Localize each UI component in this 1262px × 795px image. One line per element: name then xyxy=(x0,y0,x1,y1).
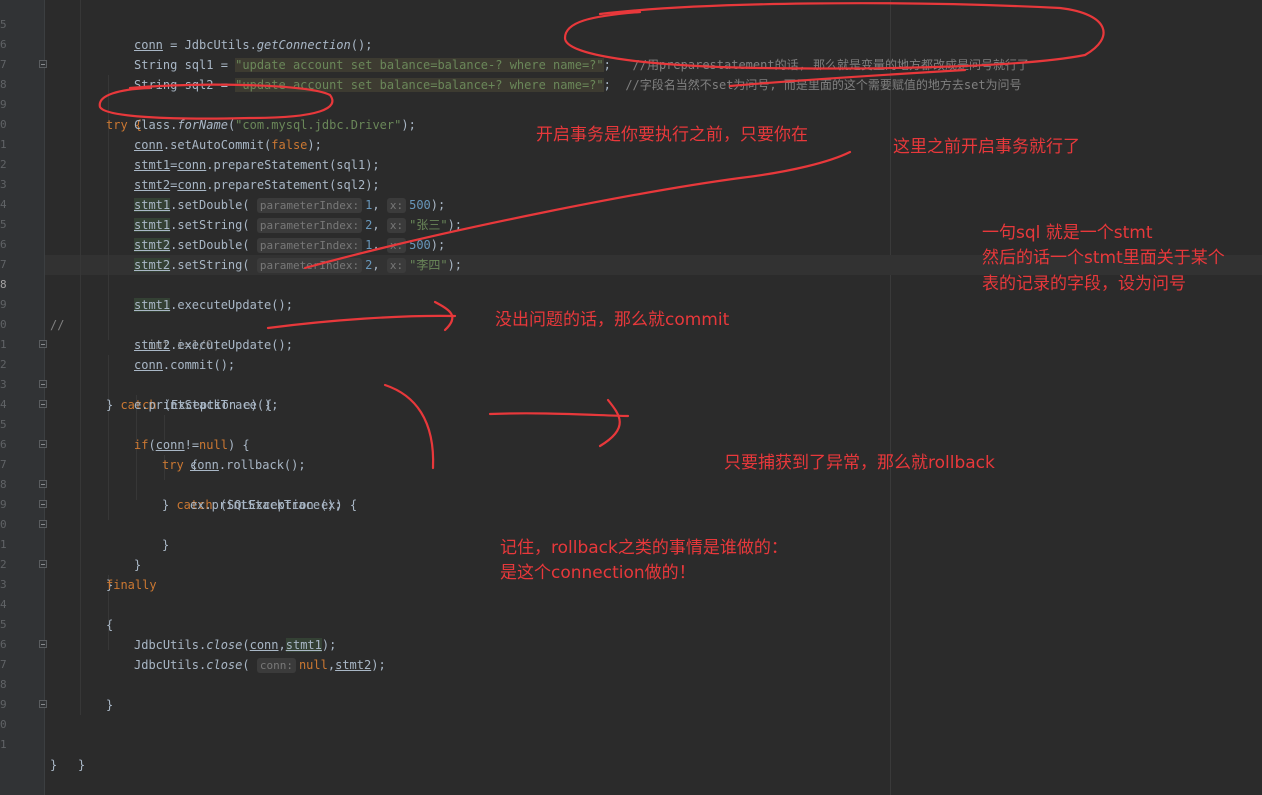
note-stmt-line-1: 一句sql 就是一个stmt xyxy=(982,223,1153,243)
rollback-arrow xyxy=(488,412,630,418)
autocommit-circle xyxy=(98,83,334,120)
circle-tail xyxy=(728,68,967,88)
rollback-arrowhead xyxy=(598,398,621,448)
sql-comments-circle xyxy=(563,2,1105,70)
note-here-before: 这里之前开启事务就行了 xyxy=(893,137,1080,157)
annotation-ink-layer xyxy=(98,2,1105,470)
note-rollback: 只要捕获到了异常，那么就rollback xyxy=(724,453,995,473)
execute-arrow xyxy=(303,150,852,270)
commit-arrow xyxy=(266,314,457,330)
catch-bracket xyxy=(383,383,435,470)
note-stmt-line-2: 然后的话一个stmt里面关于某个 xyxy=(982,248,1225,268)
note-commit: 没出问题的话，那么就commit xyxy=(495,310,730,330)
note-who-line-2: 是这个connection做的！ xyxy=(500,563,696,583)
note-who-line-1: 记住，rollback之类的事情是谁做的： xyxy=(500,538,788,558)
note-transaction-start: 开启事务是你要执行之前，只要你在 xyxy=(536,125,808,145)
note-stmt-line-3: 表的记录的字段，设为问号 xyxy=(982,274,1186,294)
